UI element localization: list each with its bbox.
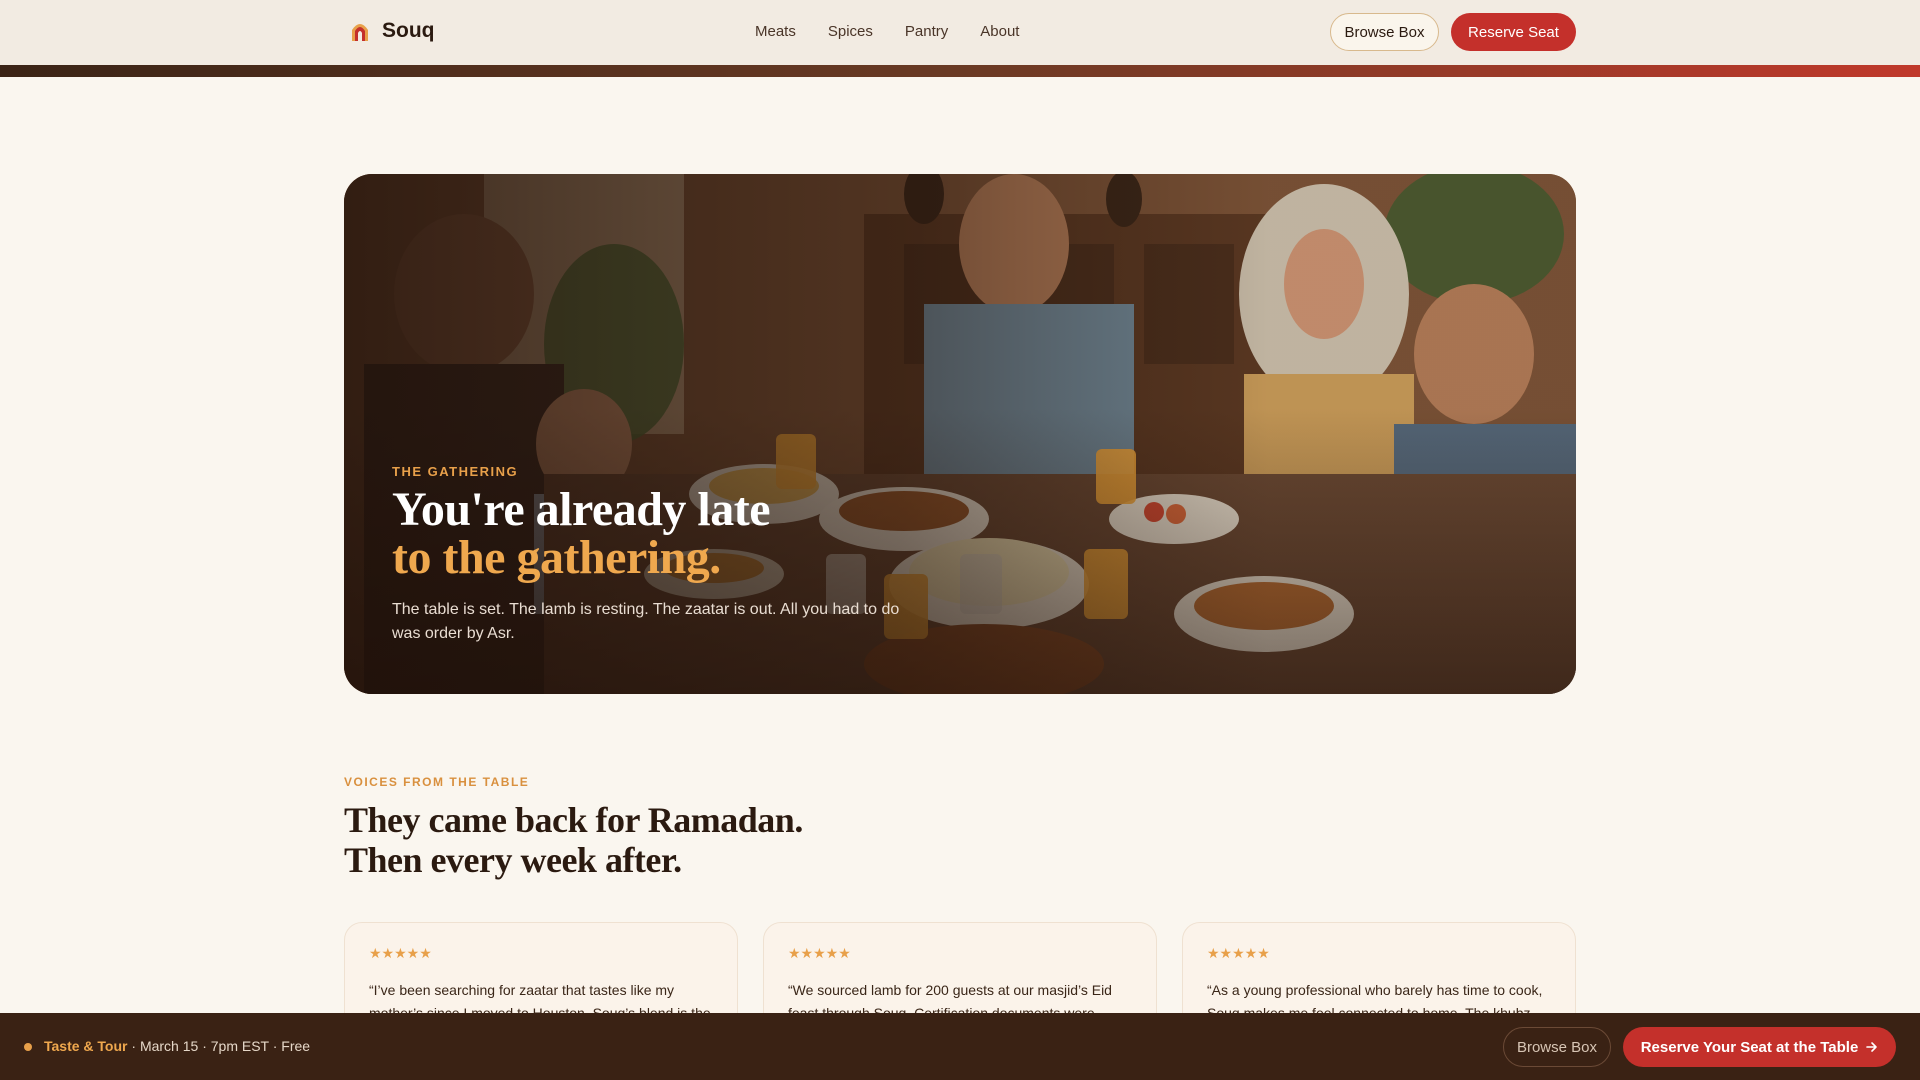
main-nav: Meats Spices Pantry About [755,23,1019,40]
reserve-seat-button[interactable]: Reserve Seat [1451,13,1576,51]
hero-title: You're already late to the gathering. [392,483,771,584]
live-dot-icon [24,1043,32,1051]
site-header: Souq Meats Spices Pantry About Browse Bo… [0,0,1920,65]
browse-box-button[interactable]: Browse Box [1330,13,1439,51]
nav-item-about[interactable]: About [980,23,1019,40]
event-details: · March 15 · 7pm EST · Free [127,1038,311,1054]
reserve-table-label: Reserve Your Seat at the Table [1640,1038,1859,1056]
nav-item-meats[interactable]: Meats [755,23,796,40]
header-accent-stripe [0,65,1920,77]
voices-title-line1: They came back for Ramadan. [344,800,803,840]
arrow-right-icon [1866,1042,1878,1052]
star-icon: ★★★★★ [369,945,432,961]
souq-logo-icon [352,24,368,41]
bottom-browse-box-button[interactable]: Browse Box [1503,1027,1611,1067]
reserve-table-button[interactable]: Reserve Your Seat at the Table [1623,1027,1896,1067]
star-icon: ★★★★★ [1207,945,1270,961]
voices-eyebrow: VOICES FROM THE TABLE [344,775,530,789]
event-info: Taste & Tour · March 15 · 7pm EST · Free [44,1038,310,1054]
hero-banner: THE GATHERING You're already late to the… [344,174,1576,694]
hero-title-line1: You're already late [392,483,771,536]
voices-title: They came back for Ramadan. Then every w… [344,800,803,880]
star-rating: ★★★★★ [369,946,432,960]
event-sticky-bar: Taste & Tour · March 15 · 7pm EST · Free… [0,1013,1920,1080]
hero-eyebrow: THE GATHERING [392,464,519,479]
brand-name: Souq [382,19,435,42]
star-rating: ★★★★★ [788,946,851,960]
star-icon: ★★★★★ [788,945,851,961]
voices-title-line2: Then every week after. [344,840,682,880]
brand-logo[interactable]: Souq [350,19,435,43]
hero-subtitle: The table is set. The lamb is resting. T… [392,601,900,642]
nav-item-spices[interactable]: Spices [828,23,873,40]
nav-item-pantry[interactable]: Pantry [905,23,948,40]
star-rating: ★★★★★ [1207,946,1270,960]
hero-title-line2: to the gathering. [392,531,721,584]
event-name: Taste & Tour [44,1038,128,1054]
